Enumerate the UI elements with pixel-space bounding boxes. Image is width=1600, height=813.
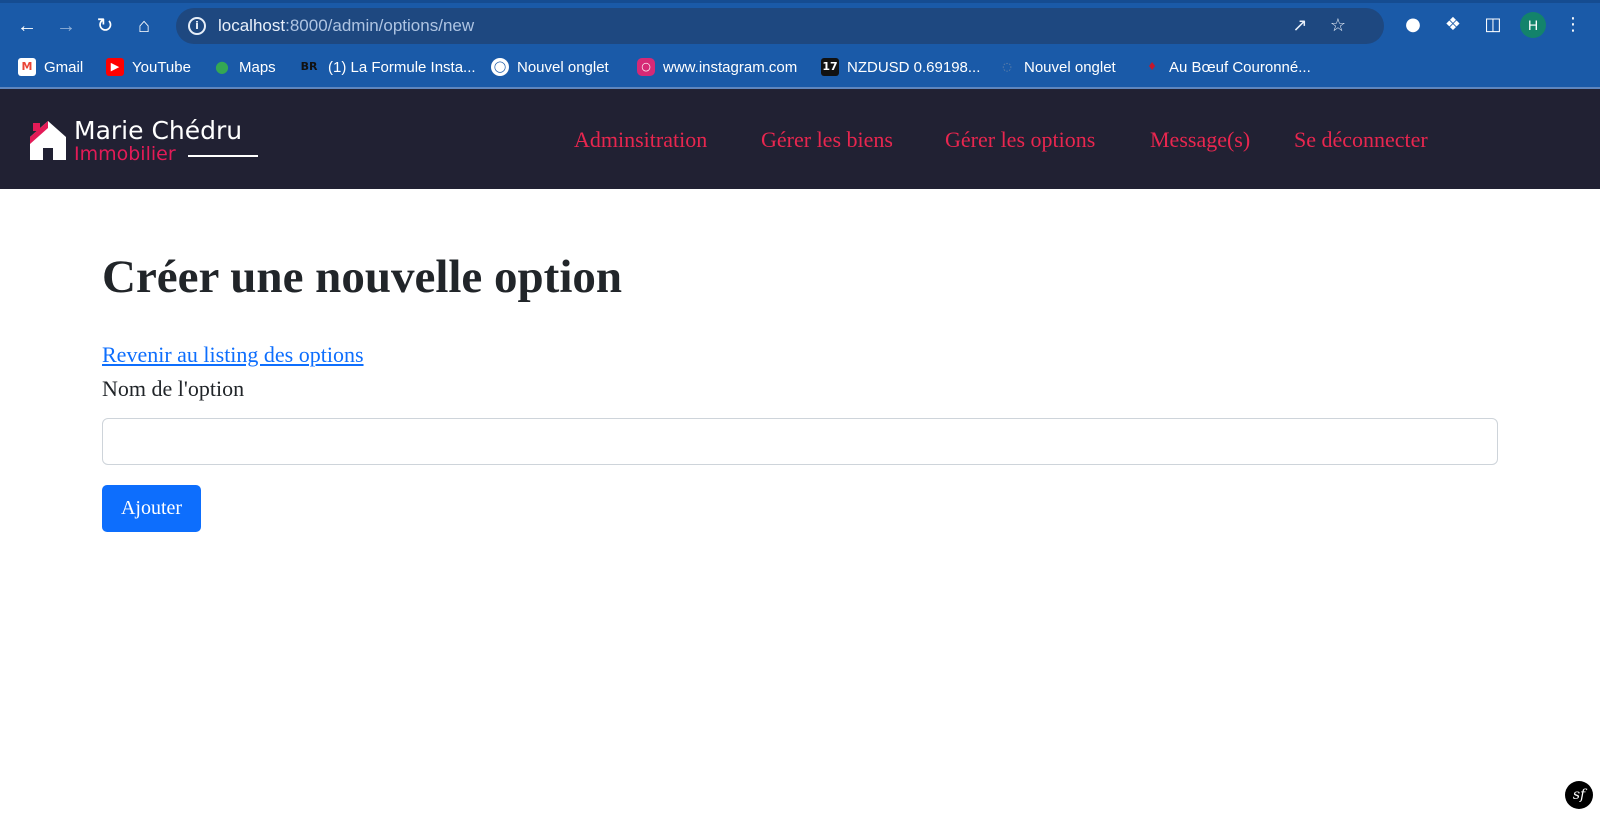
brand-underline: [188, 155, 258, 157]
bookmark-label: (1) La Formule Insta...: [328, 58, 476, 76]
bookmark-maps[interactable]: ● Maps: [213, 55, 276, 79]
bookmark-label: Nouvel onglet: [517, 58, 609, 76]
brand-logo[interactable]: Marie Chédru Immobilier: [28, 116, 268, 165]
brand-subtitle: Immobilier: [74, 143, 176, 165]
kebab-menu-icon[interactable]: ⋮: [1560, 12, 1586, 38]
symfony-toolbar-icon[interactable]: sf: [1565, 781, 1593, 809]
youtube-icon: ▶: [106, 58, 124, 76]
bookmark-nouvel-onglet-2[interactable]: ◌ Nouvel onglet: [998, 55, 1116, 79]
url-host: localhost: [218, 16, 286, 35]
bookmark-label: Maps: [239, 58, 276, 76]
forward-arrow-icon[interactable]: →: [51, 11, 81, 41]
site-navbar: Marie Chédru Immobilier Adminsitration G…: [0, 89, 1600, 189]
bookmark-label: Nouvel onglet: [1024, 58, 1116, 76]
page-title: Créer une nouvelle option: [102, 251, 623, 303]
bookmark-nzdusd[interactable]: 17 NZDUSD 0.69198...: [821, 55, 980, 79]
tab-strip: [0, 0, 1600, 3]
share-icon[interactable]: ↗: [1288, 14, 1312, 38]
br-icon: BR: [300, 60, 318, 73]
globe-icon: ◯: [491, 58, 509, 76]
tradingview-icon: 17: [821, 58, 839, 76]
option-name-input[interactable]: [102, 418, 1498, 465]
bookmark-nouvel-onglet-1[interactable]: ◯ Nouvel onglet: [491, 55, 609, 79]
page-icon: ◌: [1002, 60, 1012, 73]
bookmark-label: YouTube: [132, 58, 191, 76]
option-name-label: Nom de l'option: [102, 376, 245, 401]
bookmark-instagram[interactable]: ○ www.instagram.com: [637, 55, 797, 79]
home-icon[interactable]: ⌂: [129, 11, 159, 41]
site-info-icon[interactable]: i: [188, 17, 206, 35]
instagram-icon: ○: [637, 58, 655, 76]
back-to-options-link[interactable]: Revenir au listing des options: [102, 342, 364, 368]
bookmark-gmail[interactable]: M Gmail: [18, 55, 83, 79]
house-logo-icon: [30, 121, 66, 160]
maps-icon: ●: [215, 57, 229, 76]
bookmark-label: Au Bœuf Couronné...: [1169, 58, 1311, 76]
url-text[interactable]: localhost:8000/admin/options/new: [218, 16, 474, 36]
restaurant-icon: ♦: [1147, 60, 1157, 73]
side-panel-icon[interactable]: ◫: [1480, 12, 1506, 38]
bookmark-formule-insta[interactable]: BR (1) La Formule Insta...: [298, 55, 476, 79]
extensions-puzzle-icon[interactable]: ❖: [1440, 12, 1466, 38]
add-button[interactable]: Ajouter: [102, 485, 201, 532]
bookmarks-bar: M Gmail ▶ YouTube ● Maps BR (1) La Formu…: [0, 51, 1600, 83]
bookmark-label: NZDUSD 0.69198...: [847, 58, 981, 76]
bookmark-youtube[interactable]: ▶ YouTube: [106, 55, 191, 79]
back-arrow-icon[interactable]: ←: [12, 11, 42, 41]
browser-toolbar: ← → ↻ ⌂ i localhost:8000/admin/options/n…: [0, 0, 1600, 88]
nav-link-administration[interactable]: Adminsitration: [574, 127, 707, 153]
address-bar[interactable]: i localhost:8000/admin/options/new ↗ ☆: [176, 8, 1384, 44]
nav-link-manage-options[interactable]: Gérer les options: [945, 127, 1095, 153]
reload-icon[interactable]: ↻: [90, 11, 120, 41]
bookmark-star-icon[interactable]: ☆: [1326, 14, 1350, 38]
nav-link-manage-properties[interactable]: Gérer les biens: [761, 127, 893, 153]
bookmark-boeuf-couronne[interactable]: ♦ Au Bœuf Couronné...: [1143, 55, 1311, 79]
nav-link-messages[interactable]: Message(s): [1150, 127, 1250, 153]
extension-orbs-icon[interactable]: ●: [1400, 12, 1426, 38]
url-path: :8000/admin/options/new: [285, 16, 475, 35]
bookmark-label: Gmail: [44, 58, 84, 76]
bookmark-label: www.instagram.com: [663, 58, 798, 76]
profile-avatar[interactable]: H: [1520, 12, 1546, 38]
nav-link-logout[interactable]: Se déconnecter: [1294, 127, 1428, 153]
gmail-icon: M: [18, 58, 36, 76]
brand-name: Marie Chédru: [74, 116, 243, 145]
